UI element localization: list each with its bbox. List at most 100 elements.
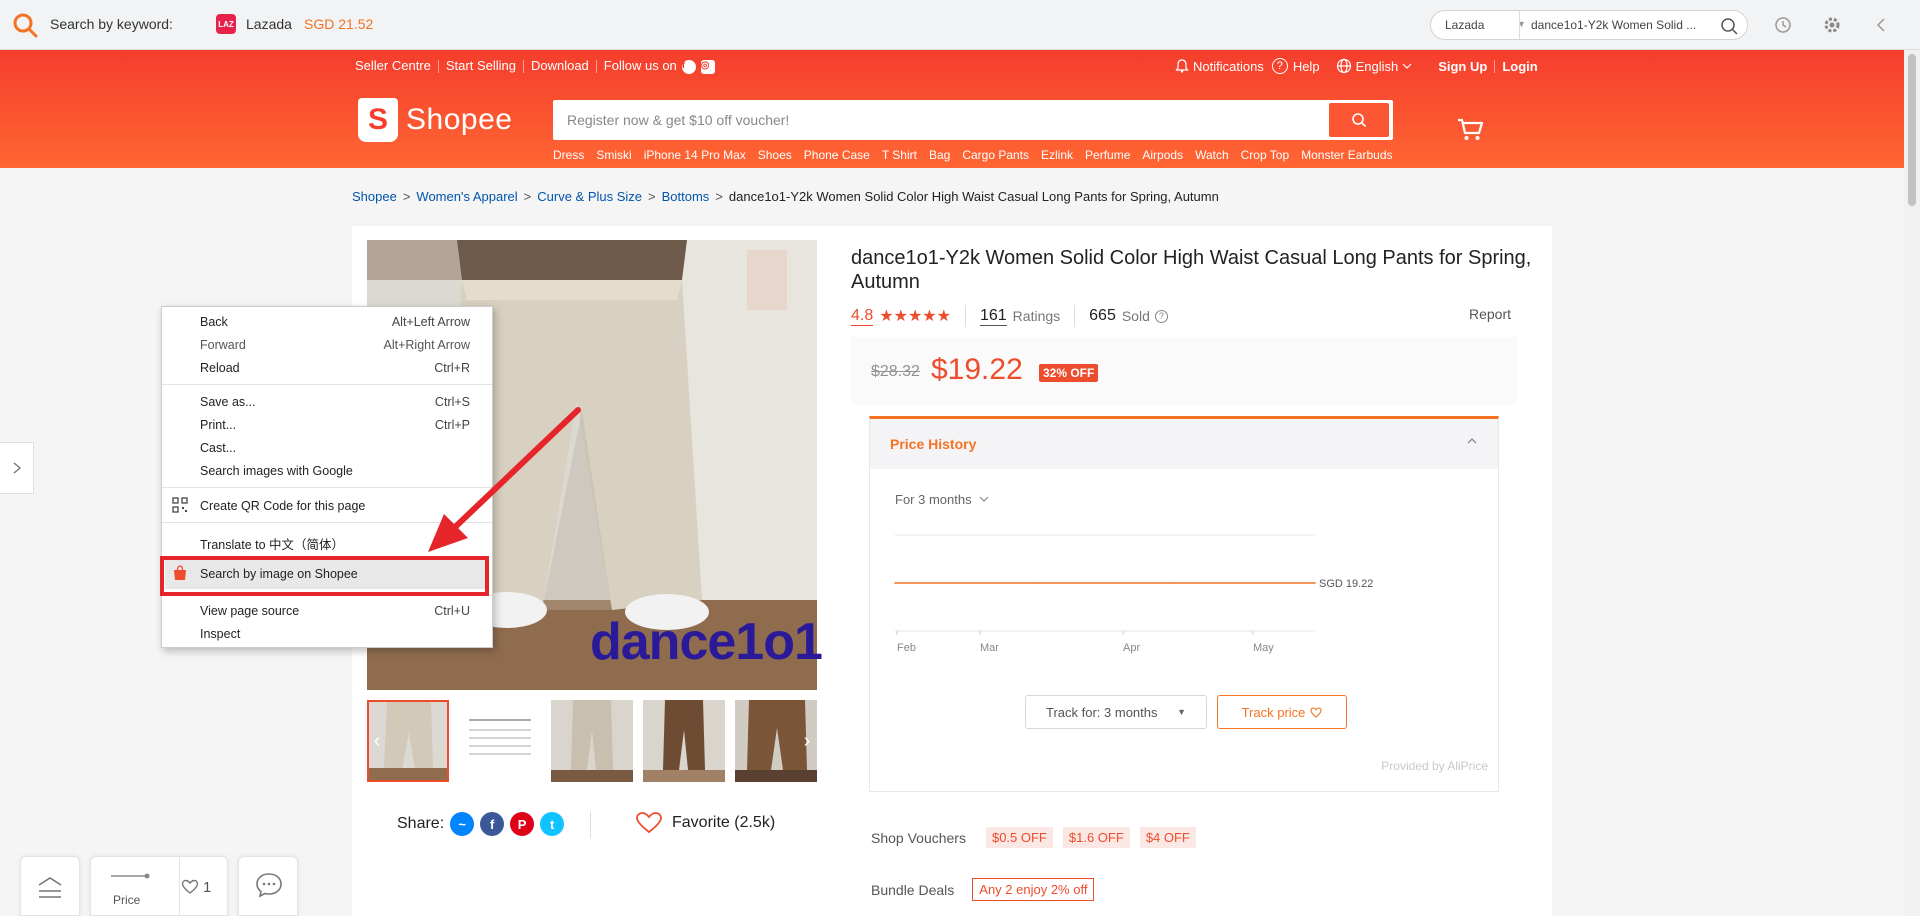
help-icon[interactable]: ?: [1271, 58, 1288, 74]
price-history-title: Price History: [890, 436, 977, 452]
page-scrollbar[interactable]: [1904, 50, 1920, 916]
lazada-price[interactable]: SGD 21.52: [304, 16, 373, 32]
keyword-link[interactable]: Phone Case: [804, 148, 870, 162]
breadcrumb-link[interactable]: Bottoms: [662, 189, 710, 204]
keyword-link[interactable]: Cargo Pants: [962, 148, 1029, 162]
shop-vouchers-row: Shop Vouchers $0.5 OFF $1.6 OFF $4 OFF: [871, 827, 1196, 848]
chevron-right-icon[interactable]: ›: [797, 728, 817, 754]
keyword-link[interactable]: Airpods: [1142, 148, 1183, 162]
divider: [437, 60, 439, 74]
shopee-logo[interactable]: S Shopee: [358, 98, 512, 142]
keyword-link[interactable]: Bag: [929, 148, 950, 162]
facebook-icon[interactable]: f: [480, 812, 505, 836]
keyword-link[interactable]: Dress: [553, 148, 584, 162]
keyword-link[interactable]: Smiski: [596, 148, 631, 162]
rating-score[interactable]: 4.8: [851, 307, 874, 326]
login-link[interactable]: Login: [1502, 59, 1537, 74]
annotation-highlight-box: [160, 556, 489, 596]
track-price-button[interactable]: Track price: [1217, 695, 1347, 729]
sign-up-link[interactable]: Sign Up: [1438, 59, 1487, 74]
chevron-up-icon[interactable]: [1466, 435, 1478, 447]
price-float-button[interactable]: Price 1: [90, 856, 228, 916]
main-search-input[interactable]: Register now & get $10 off voucher!: [567, 112, 789, 128]
breadcrumb-current: dance1o1-Y2k Women Solid Color High Wais…: [728, 189, 1219, 204]
menu-item-view-source[interactable]: View page source Ctrl+U: [162, 600, 492, 622]
download-link[interactable]: Download: [531, 58, 589, 73]
help-icon[interactable]: ?: [1154, 309, 1168, 323]
menu-item-reload[interactable]: Reload Ctrl+R: [162, 357, 492, 379]
keyword-link[interactable]: Watch: [1195, 148, 1229, 162]
menu-item-cast[interactable]: Cast...: [162, 437, 492, 459]
extension-search-icon[interactable]: [12, 12, 38, 38]
menu-item-create-qr-code[interactable]: Create QR Code for this page: [162, 495, 492, 517]
menu-item-translate[interactable]: Translate to 中文（简体）: [162, 530, 492, 552]
start-selling-link[interactable]: Start Selling: [446, 58, 516, 73]
lazada-name[interactable]: Lazada: [246, 16, 292, 32]
range-select[interactable]: For 3 months: [895, 492, 989, 507]
platform-select[interactable]: Lazada: [1445, 18, 1484, 32]
ratings-count[interactable]: 161: [979, 307, 1007, 326]
scrollbar-thumb[interactable]: [1908, 54, 1916, 206]
voucher-tag[interactable]: $0.5 OFF: [985, 827, 1053, 848]
keyword-link[interactable]: Crop Top: [1241, 148, 1289, 162]
breadcrumb-link[interactable]: Shopee: [352, 189, 397, 204]
thumbnail[interactable]: [551, 700, 633, 782]
menu-item-inspect[interactable]: Inspect: [162, 623, 492, 645]
language-select[interactable]: English: [1356, 59, 1399, 74]
search-icon[interactable]: [1719, 16, 1739, 36]
breadcrumb-link[interactable]: Women's Apparel: [416, 189, 517, 204]
top-nav-right: Notifications ? Help English Sign Up Log…: [1174, 58, 1538, 74]
notifications-link[interactable]: Notifications: [1193, 59, 1264, 74]
menu-item-save-as[interactable]: Save as... Ctrl+S: [162, 391, 492, 413]
favorite-button[interactable]: Favorite (2.5k): [636, 812, 775, 834]
voucher-tag[interactable]: $4 OFF: [1139, 827, 1196, 848]
instagram-icon[interactable]: ◎: [700, 59, 715, 74]
help-link[interactable]: Help: [1293, 59, 1320, 74]
menu-item-forward[interactable]: Forward Alt+Right Arrow: [162, 334, 492, 356]
thumbnail[interactable]: [459, 700, 541, 782]
report-link[interactable]: Report: [1469, 306, 1511, 322]
seller-centre-link[interactable]: Seller Centre: [355, 58, 431, 73]
chart-x-tick-label: Apr: [1123, 642, 1140, 654]
menu-item-label: View page source: [200, 604, 300, 618]
divider: [1074, 305, 1076, 327]
thumbnail[interactable]: [643, 700, 725, 782]
menu-item-back[interactable]: Back Alt+Left Arrow: [162, 311, 492, 333]
messenger-icon[interactable]: ~: [450, 812, 475, 836]
main-search-button[interactable]: [1329, 103, 1389, 137]
track-duration-select[interactable]: Track for: 3 months ▼: [1025, 695, 1207, 729]
price-history-header[interactable]: Price History: [870, 419, 1498, 469]
twitter-icon[interactable]: t: [540, 812, 565, 836]
chevron-down-icon[interactable]: [1402, 61, 1412, 71]
side-panel-toggle[interactable]: [0, 442, 34, 494]
keyword-link[interactable]: Ezlink: [1041, 148, 1073, 162]
gear-icon[interactable]: [1821, 14, 1843, 36]
chat-float-button[interactable]: [238, 856, 298, 916]
menu-separator: [162, 487, 492, 488]
menu-icon: [38, 877, 62, 898]
sold-count: 665: [1089, 307, 1116, 324]
pinterest-icon[interactable]: P: [510, 812, 535, 836]
home-float-button[interactable]: [20, 856, 80, 916]
price-history-chart: Feb Mar Apr May SGD 19.22: [894, 534, 1373, 654]
breadcrumb-link[interactable]: Curve & Plus Size: [537, 189, 642, 204]
bell-icon[interactable]: [1174, 58, 1190, 74]
chart-x-tick-label: Mar: [980, 642, 999, 654]
chevron-left-icon[interactable]: [1870, 14, 1892, 36]
history-icon[interactable]: [1772, 14, 1794, 36]
voucher-tag[interactable]: $1.6 OFF: [1062, 827, 1130, 848]
globe-icon[interactable]: [1336, 58, 1352, 74]
facebook-icon[interactable]: f: [681, 59, 696, 74]
keyword-link[interactable]: T Shirt: [882, 148, 917, 162]
keyword-link[interactable]: Monster Earbuds: [1301, 148, 1392, 162]
keyword-link[interactable]: iPhone 14 Pro Max: [644, 148, 746, 162]
bundle-tag[interactable]: Any 2 enjoy 2% off: [972, 878, 1095, 901]
keyword-link[interactable]: Perfume: [1085, 148, 1130, 162]
menu-item-label: Cast...: [200, 441, 237, 455]
menu-item-search-images-google[interactable]: Search images with Google: [162, 460, 492, 482]
cart-icon[interactable]: [1455, 114, 1485, 144]
keyword-input[interactable]: dance1o1-Y2k Women Solid ...: [1531, 18, 1703, 32]
menu-item-print[interactable]: Print... Ctrl+P: [162, 414, 492, 436]
keyword-link[interactable]: Shoes: [758, 148, 792, 162]
chevron-left-icon[interactable]: ‹: [367, 728, 387, 754]
